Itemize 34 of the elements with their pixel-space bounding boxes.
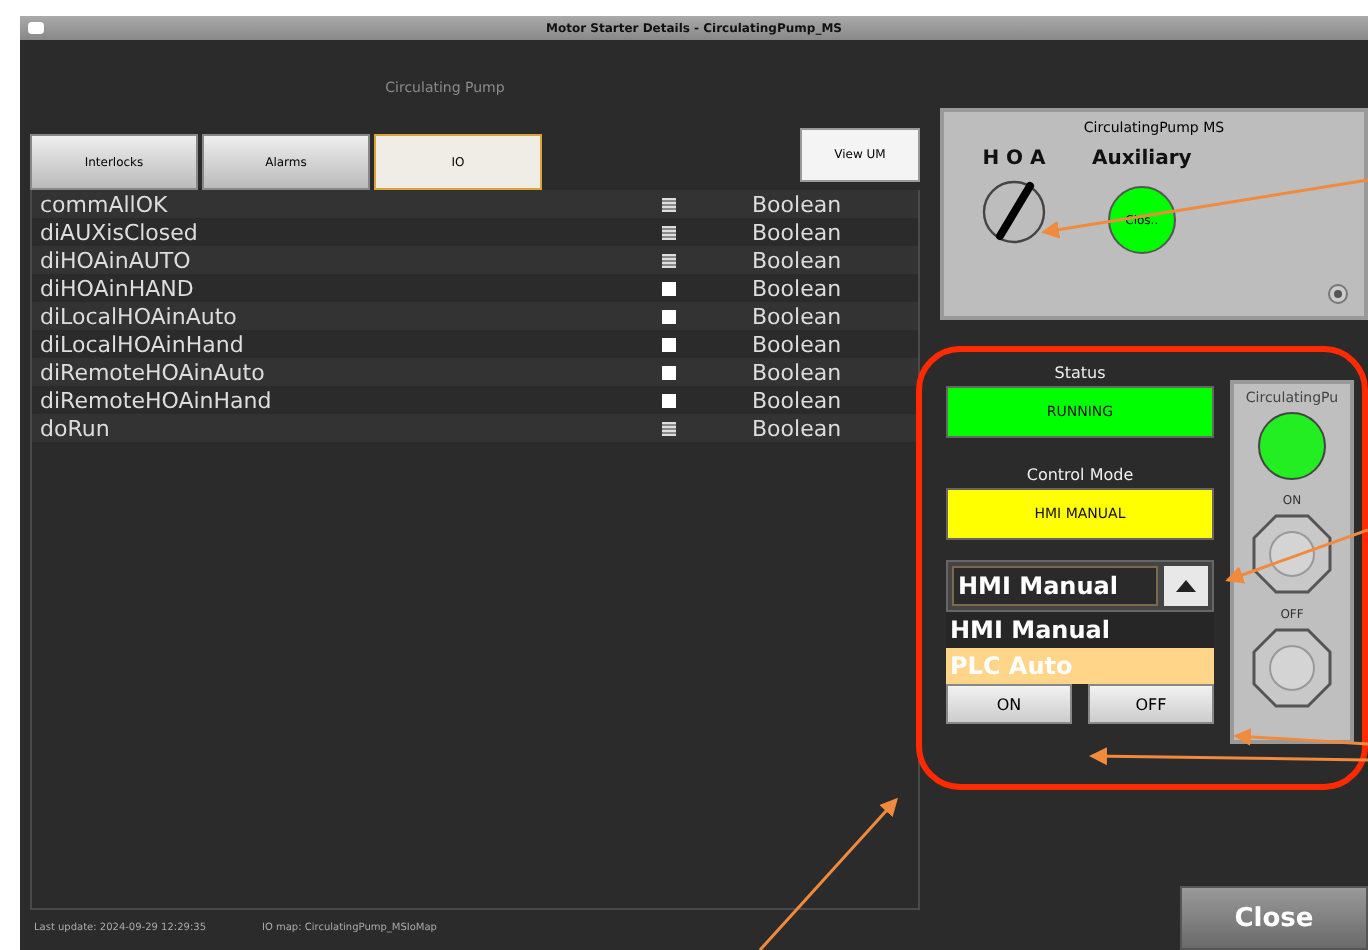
signal-name: diLocalHOAinHand [38, 331, 246, 357]
signal-type: Boolean [752, 331, 842, 357]
signal-name: diLocalHOAinAuto [38, 303, 239, 329]
signal-type: Boolean [752, 247, 842, 273]
dropdown-toggle-button[interactable] [1164, 566, 1208, 606]
command-button[interactable]: OFF [1088, 684, 1214, 724]
signal-type: Boolean [752, 275, 842, 301]
signal-type: Boolean [752, 219, 842, 245]
signal-name: diHOAinHAND [38, 275, 196, 301]
dropdown-option[interactable]: HMI Manual [946, 612, 1214, 648]
signal-type: Boolean [752, 415, 842, 441]
mode-dropdown[interactable]: HMI Manual [952, 566, 1158, 606]
annotation-arrow [1225, 528, 1368, 584]
signal-name: diRemoteHOAinHand [38, 387, 274, 413]
command-button[interactable]: ON [946, 684, 1072, 724]
control-mode-label: Control Mode [1024, 466, 1136, 484]
signal-type: Boolean [752, 387, 842, 413]
pushbutton-icon[interactable] [1252, 514, 1332, 594]
signal-type: Boolean [752, 191, 842, 217]
signal-type: Boolean [752, 303, 842, 329]
signal-name: commAllOK [38, 191, 170, 217]
hoa-label: H O A [982, 148, 1046, 170]
status-label: Status [1052, 364, 1108, 382]
pushbutton-icon[interactable] [1252, 628, 1332, 708]
signal-name: doRun [38, 415, 112, 441]
caret-up-icon [1176, 580, 1196, 592]
signal-type: Boolean [752, 359, 842, 385]
signal-name: diRemoteHOAinAuto [38, 359, 267, 385]
signal-name: diHOAinAUTO [38, 247, 193, 273]
selector-switch-icon[interactable] [982, 180, 1046, 244]
auxiliary-label: Auxiliary [1092, 148, 1192, 170]
badge-icon[interactable] [1328, 284, 1348, 304]
close-button[interactable]: Close [1180, 886, 1368, 950]
signal-name: diAUXisClosed [38, 219, 200, 245]
